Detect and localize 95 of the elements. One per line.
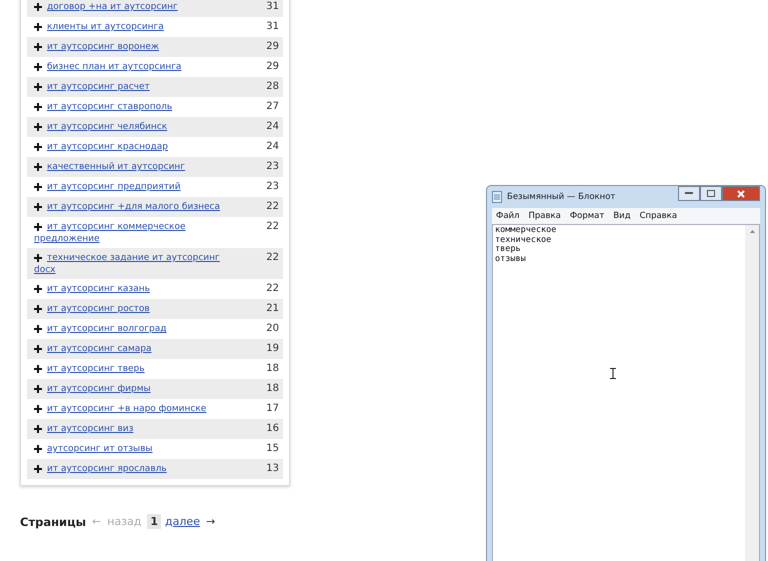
notepad-icon (492, 191, 502, 203)
plus-icon[interactable] (34, 203, 42, 211)
keyword-link[interactable]: аутсорсинг ит отзывы (34, 443, 236, 455)
text-area[interactable]: коммерческое техническое тверь отзывы (492, 224, 760, 561)
plus-icon[interactable] (34, 103, 42, 111)
menu-item[interactable]: Формат (570, 211, 604, 221)
menu-item[interactable]: Правка (528, 211, 561, 221)
count-cell: 31 (266, 21, 279, 33)
minimize-icon (685, 192, 693, 195)
keyword-link[interactable]: ит аутсорсинг виз (34, 423, 236, 435)
plus-icon[interactable] (34, 465, 42, 473)
text-line: коммерческое (495, 226, 558, 236)
count-cell: 22 (266, 252, 279, 264)
count-cell: 22 (266, 221, 279, 233)
plus-icon[interactable] (34, 445, 42, 453)
close-button[interactable] (722, 186, 760, 201)
count-cell: 28 (266, 81, 279, 93)
count-cell: 23 (266, 161, 279, 173)
keyword-link[interactable]: ит аутсорсинг расчет (34, 81, 236, 93)
keyword-link[interactable]: бизнес план ит аутсорсинга (34, 61, 236, 73)
count-cell: 16 (266, 423, 279, 435)
plus-icon[interactable] (34, 123, 42, 131)
keyword-link[interactable]: ит аутсорсинг +в наро фоминске (34, 403, 236, 415)
plus-icon[interactable] (34, 143, 42, 151)
count-cell: 27 (266, 101, 279, 113)
count-cell: 18 (266, 383, 279, 395)
prev-arrow: ← (92, 515, 102, 528)
keyword-link[interactable]: ит аутсорсинг краснодар (34, 141, 236, 153)
keyword-link[interactable]: ит аутсорсинг фирмы (34, 383, 236, 395)
text-line: тверь (495, 245, 522, 254)
plus-icon[interactable] (34, 385, 42, 393)
menu-item[interactable]: Справка (640, 211, 678, 221)
text-cursor-icon (610, 368, 616, 379)
plus-icon[interactable] (34, 305, 42, 313)
keyword-link[interactable]: ит аутсорсинг челябинск (34, 121, 236, 133)
plus-icon[interactable] (34, 63, 42, 71)
keyword-link[interactable]: ит аутсорсинг самара (34, 343, 236, 355)
plus-icon[interactable] (34, 345, 42, 353)
count-cell: 23 (266, 181, 279, 193)
plus-icon[interactable] (34, 163, 42, 171)
count-cell: 24 (266, 121, 279, 133)
count-cell: 15 (266, 443, 279, 455)
close-icon (737, 190, 745, 198)
minimize-button[interactable] (678, 186, 700, 201)
keyword-link[interactable]: качественный ит аутсорсинг (34, 161, 236, 173)
text-line: отзывы (495, 254, 527, 264)
plus-icon[interactable] (34, 285, 42, 293)
scrollbar[interactable] (745, 225, 759, 561)
plus-icon[interactable] (34, 425, 42, 433)
text-line: техническое (495, 236, 552, 245)
current-page: 1 (147, 514, 162, 529)
maximize-icon (707, 190, 715, 197)
count-cell: 29 (266, 41, 279, 53)
keyword-link[interactable]: договор +на ит аутсорсинг (34, 1, 236, 13)
scroll-up-icon (750, 230, 754, 233)
menu-item[interactable]: Вид (613, 211, 631, 221)
keyword-link[interactable]: ит аутсорсинг ярославль (34, 463, 236, 475)
count-cell: 17 (266, 403, 279, 415)
keyword-link[interactable]: ит аутсорсинг +для малого бизнеса (34, 201, 236, 213)
plus-icon[interactable] (34, 325, 42, 333)
plus-icon[interactable] (34, 365, 42, 373)
keyword-link[interactable]: ит аутсорсинг тверь (34, 363, 236, 375)
plus-icon[interactable] (34, 223, 42, 231)
count-cell: 13 (266, 463, 279, 475)
keyword-link[interactable]: ит аутсорсинг ростов (34, 303, 236, 315)
plus-icon[interactable] (34, 254, 42, 262)
pages-label: Страницы (20, 514, 86, 528)
count-cell: 22 (266, 283, 279, 295)
next-arrow[interactable]: → (206, 515, 216, 528)
count-cell: 19 (266, 343, 279, 355)
count-cell: 18 (266, 363, 279, 375)
plus-icon[interactable] (34, 43, 42, 51)
window-title: Безымянный — Блокнот (507, 192, 616, 202)
menu-item[interactable]: Файл (496, 211, 520, 221)
keyword-link[interactable]: ит аутсорсинг казань (34, 283, 236, 295)
plus-icon[interactable] (34, 405, 42, 413)
count-cell: 21 (266, 303, 279, 315)
keyword-link[interactable]: ит аутсорсинг воронеж (34, 41, 236, 53)
keyword-link[interactable]: ит аутсорсинг волгоград (34, 323, 236, 335)
maximize-button[interactable] (700, 186, 722, 201)
count-cell: 22 (266, 201, 279, 213)
keyword-link[interactable]: ит аутсорсинг предприятий (34, 181, 236, 193)
plus-icon[interactable] (34, 83, 42, 91)
plus-icon[interactable] (34, 23, 42, 31)
count-cell: 24 (266, 141, 279, 153)
plus-icon[interactable] (34, 3, 42, 11)
plus-icon[interactable] (34, 183, 42, 191)
count-cell: 20 (266, 323, 279, 335)
keyword-link[interactable]: клиенты ит аутсорсинга (34, 21, 236, 33)
keyword-link[interactable]: ит аутсорсинг ставрополь (34, 101, 236, 113)
keyword-link[interactable]: ит аутсорсинг коммерческое предложение (34, 221, 236, 245)
count-cell: 29 (266, 61, 279, 73)
next-link[interactable]: далее (165, 515, 200, 528)
count-cell: 31 (266, 1, 279, 13)
keyword-link[interactable]: техническое задание ит аутсорсинг docx (34, 252, 236, 276)
